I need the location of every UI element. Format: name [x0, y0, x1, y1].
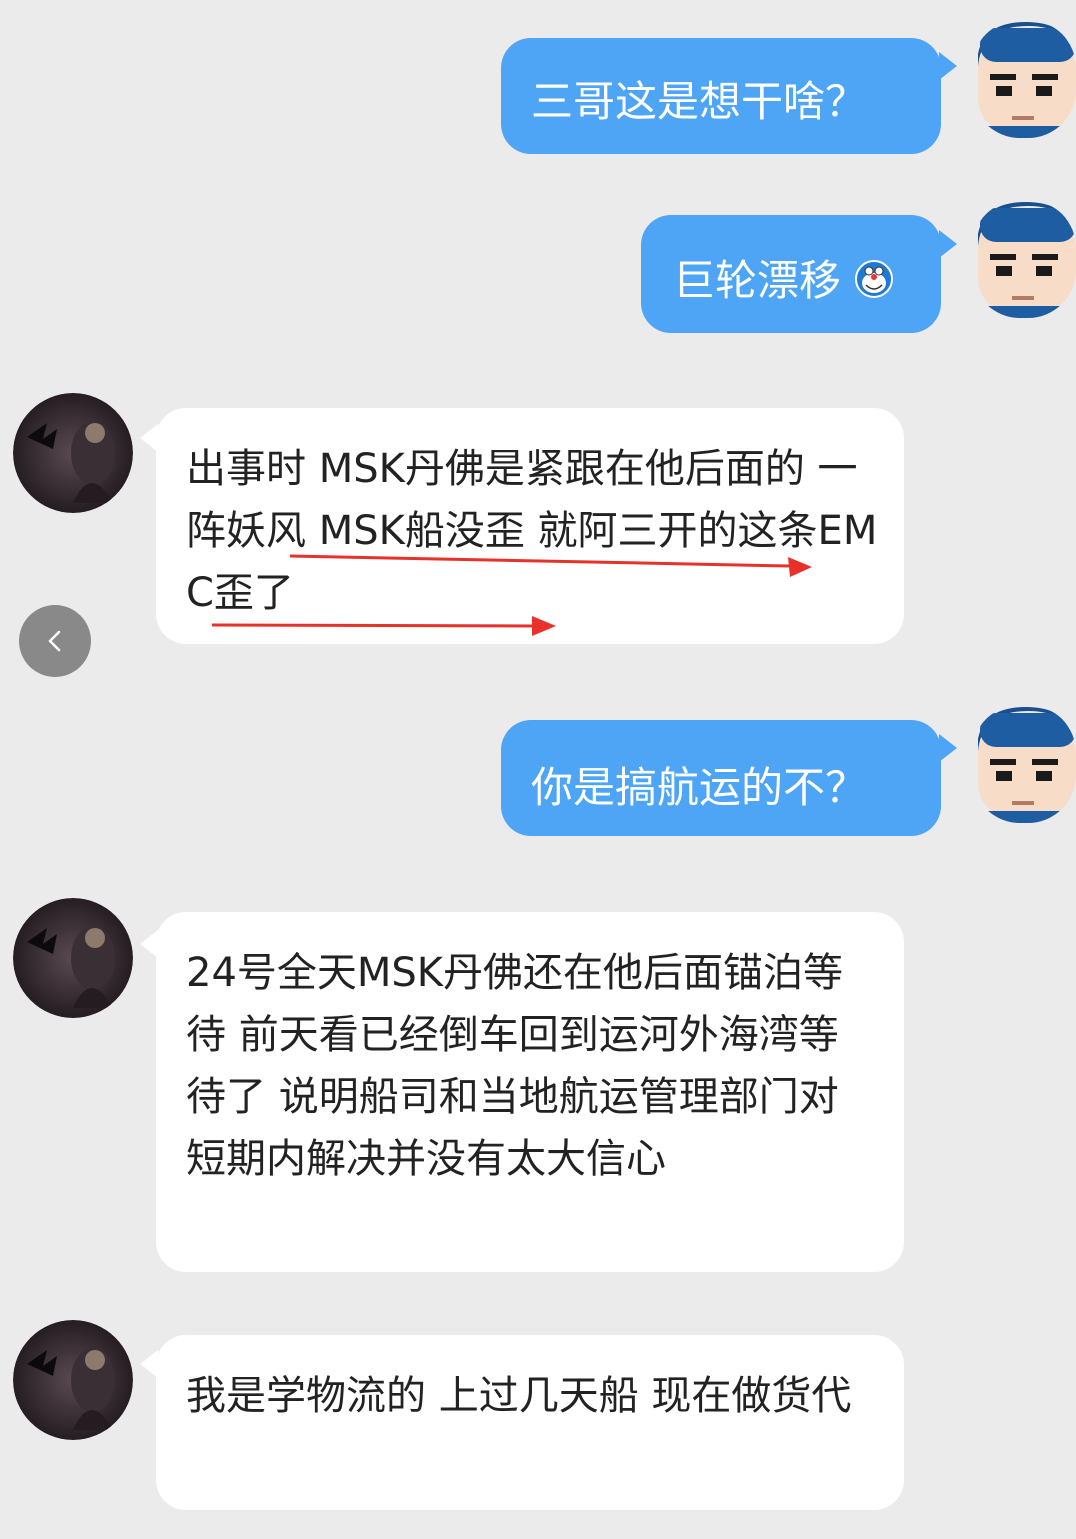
- message-text: 你是搞航运的不？: [531, 763, 868, 812]
- receiver-avatar[interactable]: [13, 1320, 133, 1440]
- received-message-bubble[interactable]: 24号全天MSK丹佛还在他后面锚泊等待 前天看已经倒车回到运河外海湾等待了 说明…: [156, 912, 904, 1272]
- chevron-left-icon: [48, 630, 61, 652]
- cartoon-face-avatar: [972, 705, 1076, 823]
- receiver-avatar[interactable]: [13, 898, 133, 1018]
- back-button[interactable]: [19, 605, 91, 677]
- dark-fantasy-avatar: [13, 1320, 133, 1440]
- received-message-bubble[interactable]: 我是学物流的 上过几天船 现在做货代: [156, 1335, 904, 1510]
- message-text: 我是学物流的 上过几天船 现在做货代: [186, 1373, 852, 1419]
- bubble-tail: [939, 734, 957, 762]
- dark-fantasy-avatar: [13, 898, 133, 1018]
- message-text: 24号全天MSK丹佛还在他后面锚泊等待 前天看已经倒车回到运河外海湾等待了 说明…: [186, 950, 844, 1182]
- sent-message-bubble[interactable]: 你是搞航运的不？: [501, 720, 941, 836]
- sender-avatar[interactable]: [972, 705, 1076, 823]
